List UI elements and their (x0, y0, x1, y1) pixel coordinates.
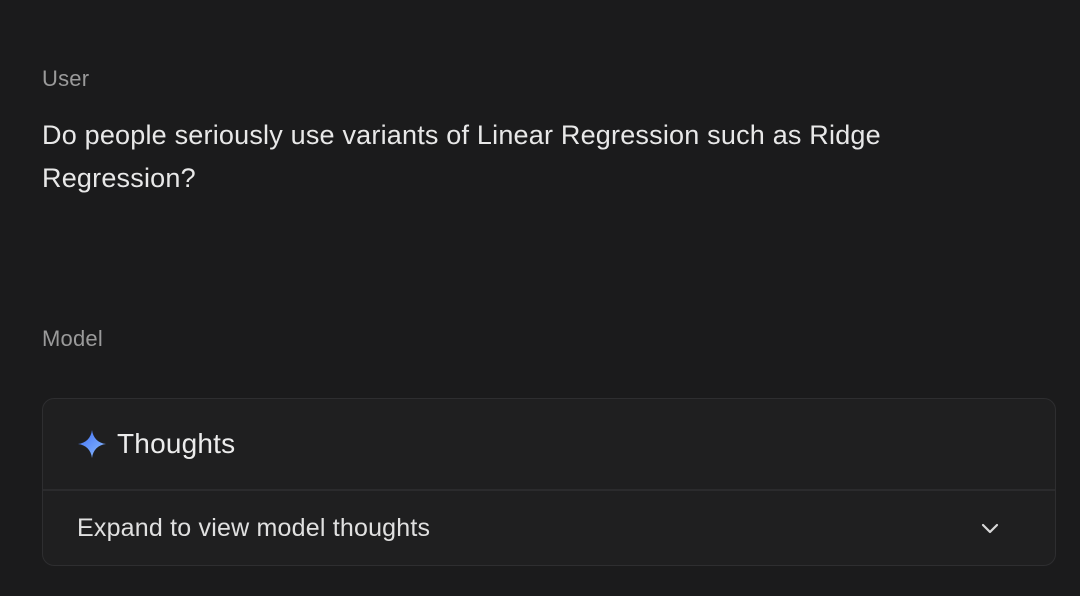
chevron-down-icon[interactable] (979, 517, 1001, 539)
thoughts-title: Thoughts (117, 428, 236, 459)
expand-thoughts-toggle[interactable]: Expand to view model thoughts (43, 491, 1055, 565)
sparkle-icon (77, 429, 107, 459)
model-role-label: Model (42, 326, 103, 351)
user-message: Do people seriously use variants of Line… (42, 120, 881, 193)
thoughts-header: Thoughts (43, 399, 1055, 491)
thoughts-panel: Thoughts Expand to view model thoughts (42, 398, 1056, 566)
expand-thoughts-label: Expand to view model thoughts (77, 513, 431, 542)
user-role-label: User (42, 66, 90, 91)
chat-page: User Do people seriously use variants of… (0, 0, 1080, 596)
